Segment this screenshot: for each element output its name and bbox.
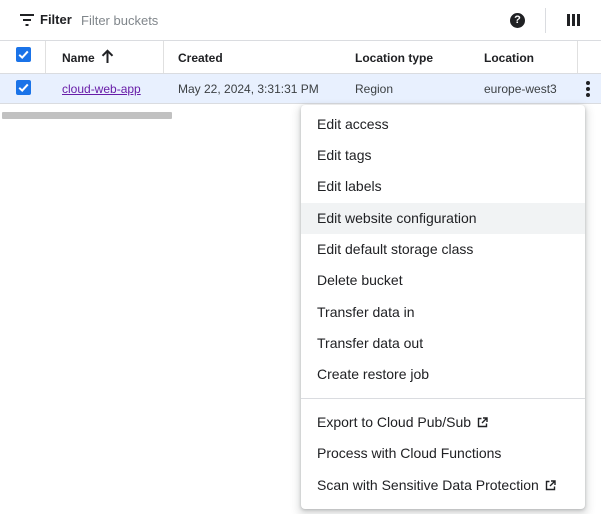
- select-all-checkbox[interactable]: [16, 47, 31, 62]
- checkmark-icon: [18, 83, 29, 93]
- column-header-location-type[interactable]: Location type: [355, 51, 433, 65]
- menu-item-delete-bucket[interactable]: Delete bucket: [301, 265, 585, 296]
- help-icon[interactable]: ?: [510, 13, 525, 28]
- filter-bar: Filter ?: [0, 0, 601, 41]
- menu-item-edit-website-configuration[interactable]: Edit website configuration: [301, 203, 585, 234]
- column-divider: [577, 41, 578, 73]
- bucket-location: europe-west3: [484, 82, 557, 96]
- horizontal-scrollbar[interactable]: [2, 112, 172, 119]
- menu-item-scan-with-sensitive-data-protection[interactable]: Scan with Sensitive Data Protection: [301, 470, 585, 501]
- column-divider: [45, 41, 46, 73]
- menu-item-edit-default-storage-class[interactable]: Edit default storage class: [301, 234, 585, 265]
- menu-item-edit-tags[interactable]: Edit tags: [301, 140, 585, 171]
- more-actions-icon[interactable]: [586, 81, 591, 97]
- column-divider: [163, 41, 164, 73]
- bucket-name-link[interactable]: cloud-web-app: [62, 82, 141, 96]
- bucket-location-type: Region: [355, 82, 394, 96]
- menu-item-create-restore-job[interactable]: Create restore job: [301, 359, 585, 390]
- checkmark-icon: [18, 50, 29, 60]
- row-checkbox[interactable]: [16, 80, 31, 95]
- menu-item-label: Export to Cloud Pub/Sub: [317, 414, 472, 430]
- column-header-location[interactable]: Location: [484, 51, 534, 65]
- filter-icon[interactable]: [20, 14, 34, 26]
- external-link-icon: [545, 480, 556, 490]
- menu-item-process-with-cloud-functions[interactable]: Process with Cloud Functions: [301, 438, 585, 469]
- menu-item-transfer-data-in[interactable]: Transfer data in: [301, 297, 585, 328]
- bucket-created: May 22, 2024, 3:31:31 PM: [178, 82, 319, 96]
- bucket-actions-menu: Edit access Edit tags Edit labels Edit w…: [301, 105, 585, 509]
- column-header-created[interactable]: Created: [178, 51, 223, 65]
- menu-item-export-to-pubsub[interactable]: Export to Cloud Pub/Sub: [301, 407, 585, 438]
- filter-buckets-input[interactable]: [81, 9, 461, 31]
- column-display-icon[interactable]: [567, 14, 580, 26]
- menu-item-label: Process with Cloud Functions: [317, 445, 502, 461]
- table-row[interactable]: cloud-web-app May 22, 2024, 3:31:31 PM R…: [0, 74, 601, 104]
- menu-item-edit-access[interactable]: Edit access: [301, 109, 585, 140]
- toolbar-divider: [545, 8, 546, 33]
- menu-item-transfer-data-out[interactable]: Transfer data out: [301, 328, 585, 359]
- external-link-icon: [477, 417, 488, 427]
- column-header-name[interactable]: Name: [62, 51, 95, 65]
- filter-label[interactable]: Filter: [40, 12, 72, 27]
- menu-item-edit-labels[interactable]: Edit labels: [301, 171, 585, 202]
- menu-divider: [301, 398, 585, 399]
- menu-item-label: Scan with Sensitive Data Protection: [317, 477, 539, 493]
- table-header-row: Name Created Location type Location: [0, 41, 601, 74]
- sort-ascending-icon[interactable]: [101, 49, 114, 64]
